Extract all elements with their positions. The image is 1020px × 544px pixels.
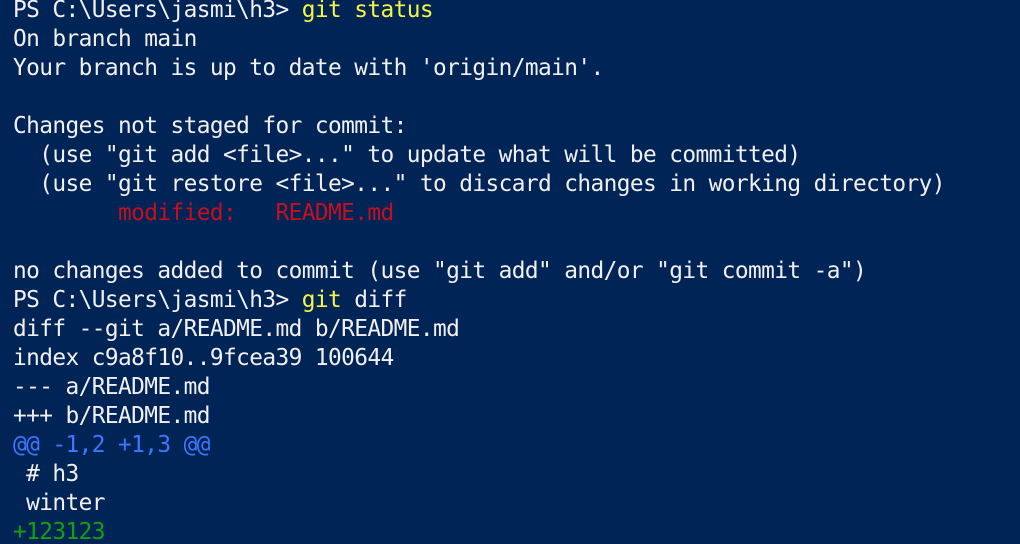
command-git-status: git status bbox=[301, 0, 434, 23]
diff-header: diff --git a/README.md b/README.md bbox=[13, 316, 460, 342]
diff-context-line: winter bbox=[13, 490, 105, 516]
diff-context-line: # h3 bbox=[13, 461, 79, 487]
status-hint-add: (use "git add <file>..." to update what … bbox=[13, 142, 801, 168]
terminal-window[interactable]: PS C:\Users\jasmi\h3> git status On bran… bbox=[0, 0, 1020, 544]
prompt-line-status: PS C:\Users\jasmi\h3> git status bbox=[13, 0, 434, 25]
diff-hunk-header: @@ -1,2 +1,3 @@ bbox=[13, 432, 210, 458]
status-hint-restore: (use "git restore <file>..." to discard … bbox=[13, 171, 945, 197]
status-branch: On branch main bbox=[13, 26, 197, 52]
diff-added-line: +123123 bbox=[13, 519, 105, 544]
status-no-changes: no changes added to commit (use "git add… bbox=[13, 258, 867, 284]
prompt: PS C:\Users\jasmi\h3> bbox=[13, 0, 302, 23]
diff-old-file: --- a/README.md bbox=[13, 374, 210, 400]
status-modified-file: modified: README.md bbox=[13, 200, 394, 226]
status-up-to-date: Your branch is up to date with 'origin/m… bbox=[13, 55, 604, 81]
diff-index: index c9a8f10..9fcea39 100644 bbox=[13, 345, 394, 371]
command-git: git bbox=[301, 287, 342, 313]
prompt: PS C:\Users\jasmi\h3> bbox=[13, 287, 302, 313]
command-diff-arg: diff bbox=[341, 287, 407, 313]
prompt-line-diff: PS C:\Users\jasmi\h3> git diff bbox=[13, 286, 407, 315]
status-not-staged-header: Changes not staged for commit: bbox=[13, 113, 407, 139]
diff-new-file: +++ b/README.md bbox=[13, 403, 210, 429]
